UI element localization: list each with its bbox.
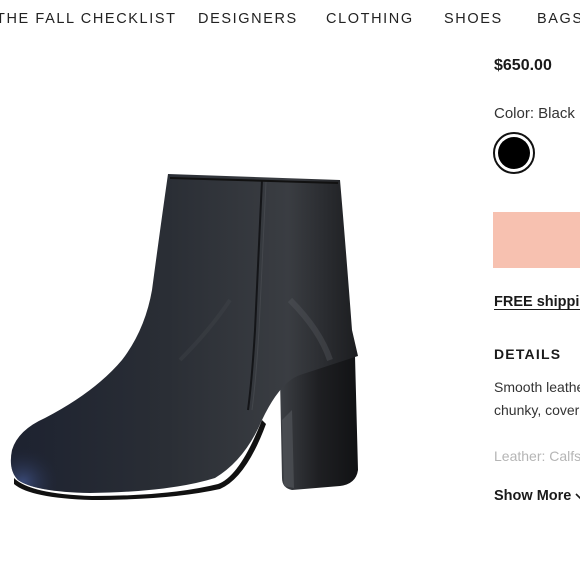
color-label: Color: Black	[494, 105, 575, 122]
product-price: $650.00	[494, 57, 552, 74]
ankle-boot-image	[10, 174, 358, 500]
description-line-faded: Leather: Calfskin	[494, 448, 580, 464]
add-to-bag-button[interactable]	[493, 212, 580, 268]
description-line: Smooth leather	[494, 379, 580, 395]
top-navigation: THE FALL CHECKLIST DESIGNERS CLOTHING SH…	[0, 0, 580, 40]
chevron-down-icon	[575, 493, 580, 499]
product-image[interactable]	[0, 150, 380, 520]
show-more-label: Show More	[494, 488, 572, 504]
swatch-color-dot	[498, 137, 530, 169]
description-line: chunky, covered	[494, 402, 580, 418]
nav-item-fall-checklist[interactable]: THE FALL CHECKLIST	[0, 11, 177, 27]
show-more-button[interactable]: Show More	[494, 488, 580, 504]
nav-item-shoes[interactable]: SHOES	[444, 11, 503, 27]
nav-item-bags[interactable]: BAGS	[537, 11, 580, 27]
nav-item-clothing[interactable]: CLOTHING	[326, 11, 414, 27]
color-swatch-black[interactable]	[493, 132, 535, 174]
nav-item-designers[interactable]: DESIGNERS	[198, 11, 298, 27]
details-heading: DETAILS	[494, 346, 562, 362]
free-shipping-link[interactable]: FREE shipping	[494, 294, 580, 310]
